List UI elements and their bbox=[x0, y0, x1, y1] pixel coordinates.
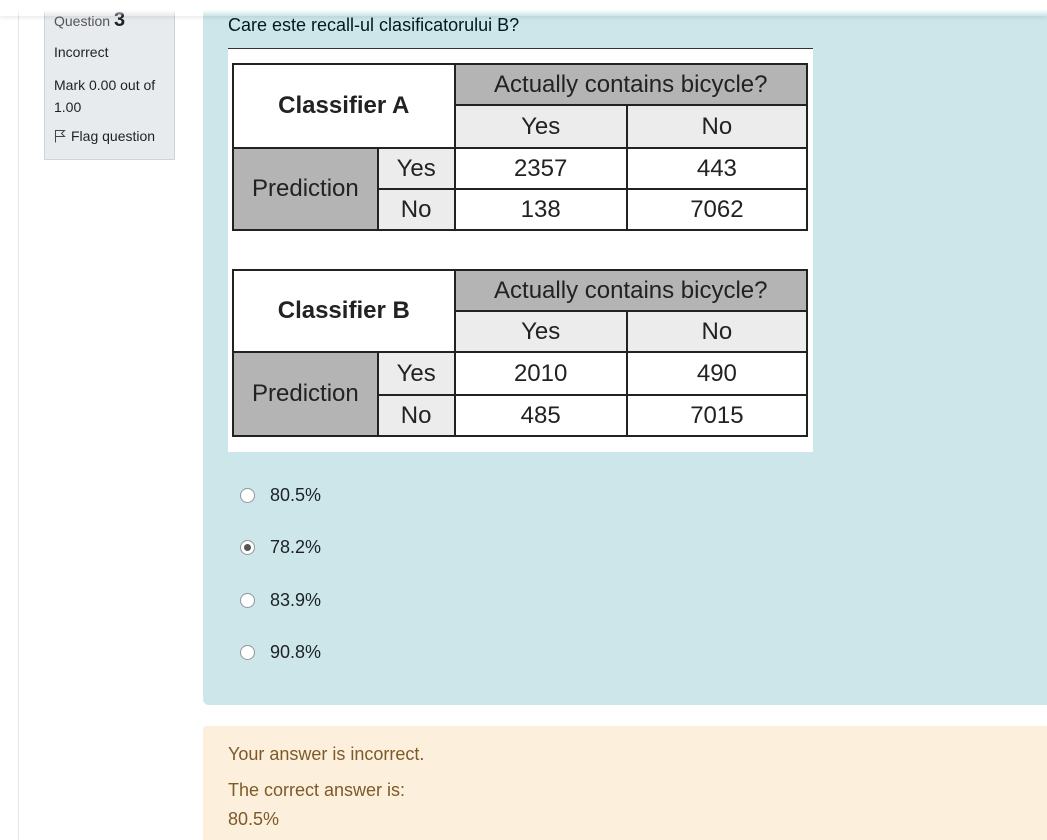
confusion-table-b: Classifier B Actually contains bicycle? … bbox=[232, 269, 809, 437]
row-label: No bbox=[376, 188, 456, 231]
answer-label: 90.8% bbox=[270, 642, 322, 662]
question-formulation: Care este recall-ul clasificatorului B? … bbox=[203, 0, 1047, 705]
radio-button-selected[interactable] bbox=[240, 540, 255, 555]
correct-answer-label: The correct answer is: bbox=[228, 780, 406, 800]
row-label: Yes bbox=[376, 147, 456, 190]
answer-label: 83.9% bbox=[270, 589, 322, 610]
col-label: No bbox=[625, 104, 809, 149]
table-title: Classifier B bbox=[232, 269, 456, 353]
answer-option-b[interactable]: 78.2% bbox=[240, 535, 321, 561]
table-cell: 7015 bbox=[625, 394, 809, 437]
answer-option-c[interactable]: 83.9% bbox=[240, 587, 321, 613]
row-label: Yes bbox=[376, 351, 456, 396]
flag-question-label: Flag question bbox=[71, 128, 156, 144]
col-label: Yes bbox=[453, 310, 628, 353]
table-cell: 2357 bbox=[453, 147, 628, 190]
row-group-label: Prediction bbox=[232, 351, 379, 437]
feedback-text: Your answer is incorrect. bbox=[228, 744, 425, 764]
answer-option-a[interactable]: 80.5% bbox=[240, 482, 321, 508]
table-cell: 2010 bbox=[453, 351, 628, 396]
col-label: No bbox=[625, 310, 809, 353]
table-cell: 7062 bbox=[625, 188, 809, 231]
col-label: Yes bbox=[453, 104, 628, 149]
correct-answer-value: 80.5% bbox=[228, 809, 280, 829]
row-label: No bbox=[376, 394, 456, 437]
table-title: Classifier A bbox=[232, 63, 456, 149]
flag-icon bbox=[55, 130, 66, 143]
radio-button[interactable] bbox=[240, 487, 255, 503]
answer-options: 80.5% 78.2% 83.9% 90.8% bbox=[240, 482, 321, 692]
answer-label: 78.2% bbox=[270, 537, 322, 557]
table-cell: 443 bbox=[625, 147, 809, 190]
question-info-panel: Question 3 Incorrect Mark 0.00 out of 1.… bbox=[44, 0, 175, 160]
table-cell: 138 bbox=[453, 188, 628, 231]
radio-button[interactable] bbox=[240, 645, 255, 660]
table-header: Actually contains bicycle? bbox=[453, 269, 809, 312]
answer-option-d[interactable]: 90.8% bbox=[240, 640, 321, 666]
question-text: Care este recall-ul clasificatorului B? bbox=[228, 15, 520, 35]
radio-button[interactable] bbox=[240, 592, 255, 608]
table-cell: 485 bbox=[453, 394, 628, 437]
question-state: Incorrect bbox=[54, 44, 109, 60]
left-divider bbox=[18, 0, 19, 840]
flag-question-link[interactable]: Flag question bbox=[54, 128, 165, 144]
answer-label: 80.5% bbox=[270, 484, 322, 505]
question-outcome: Your answer is incorrect. The correct an… bbox=[203, 726, 1047, 840]
top-bar bbox=[0, 0, 1047, 16]
row-group-label: Prediction bbox=[232, 147, 379, 231]
confusion-table-a: Classifier A Actually contains bicycle? … bbox=[232, 63, 809, 231]
confusion-matrices-image: Classifier A Actually contains bicycle? … bbox=[228, 48, 813, 452]
table-header: Actually contains bicycle? bbox=[453, 63, 809, 106]
question-grade: Mark 0.00 out of 1.00 bbox=[54, 77, 156, 115]
table-cell: 490 bbox=[625, 351, 809, 396]
